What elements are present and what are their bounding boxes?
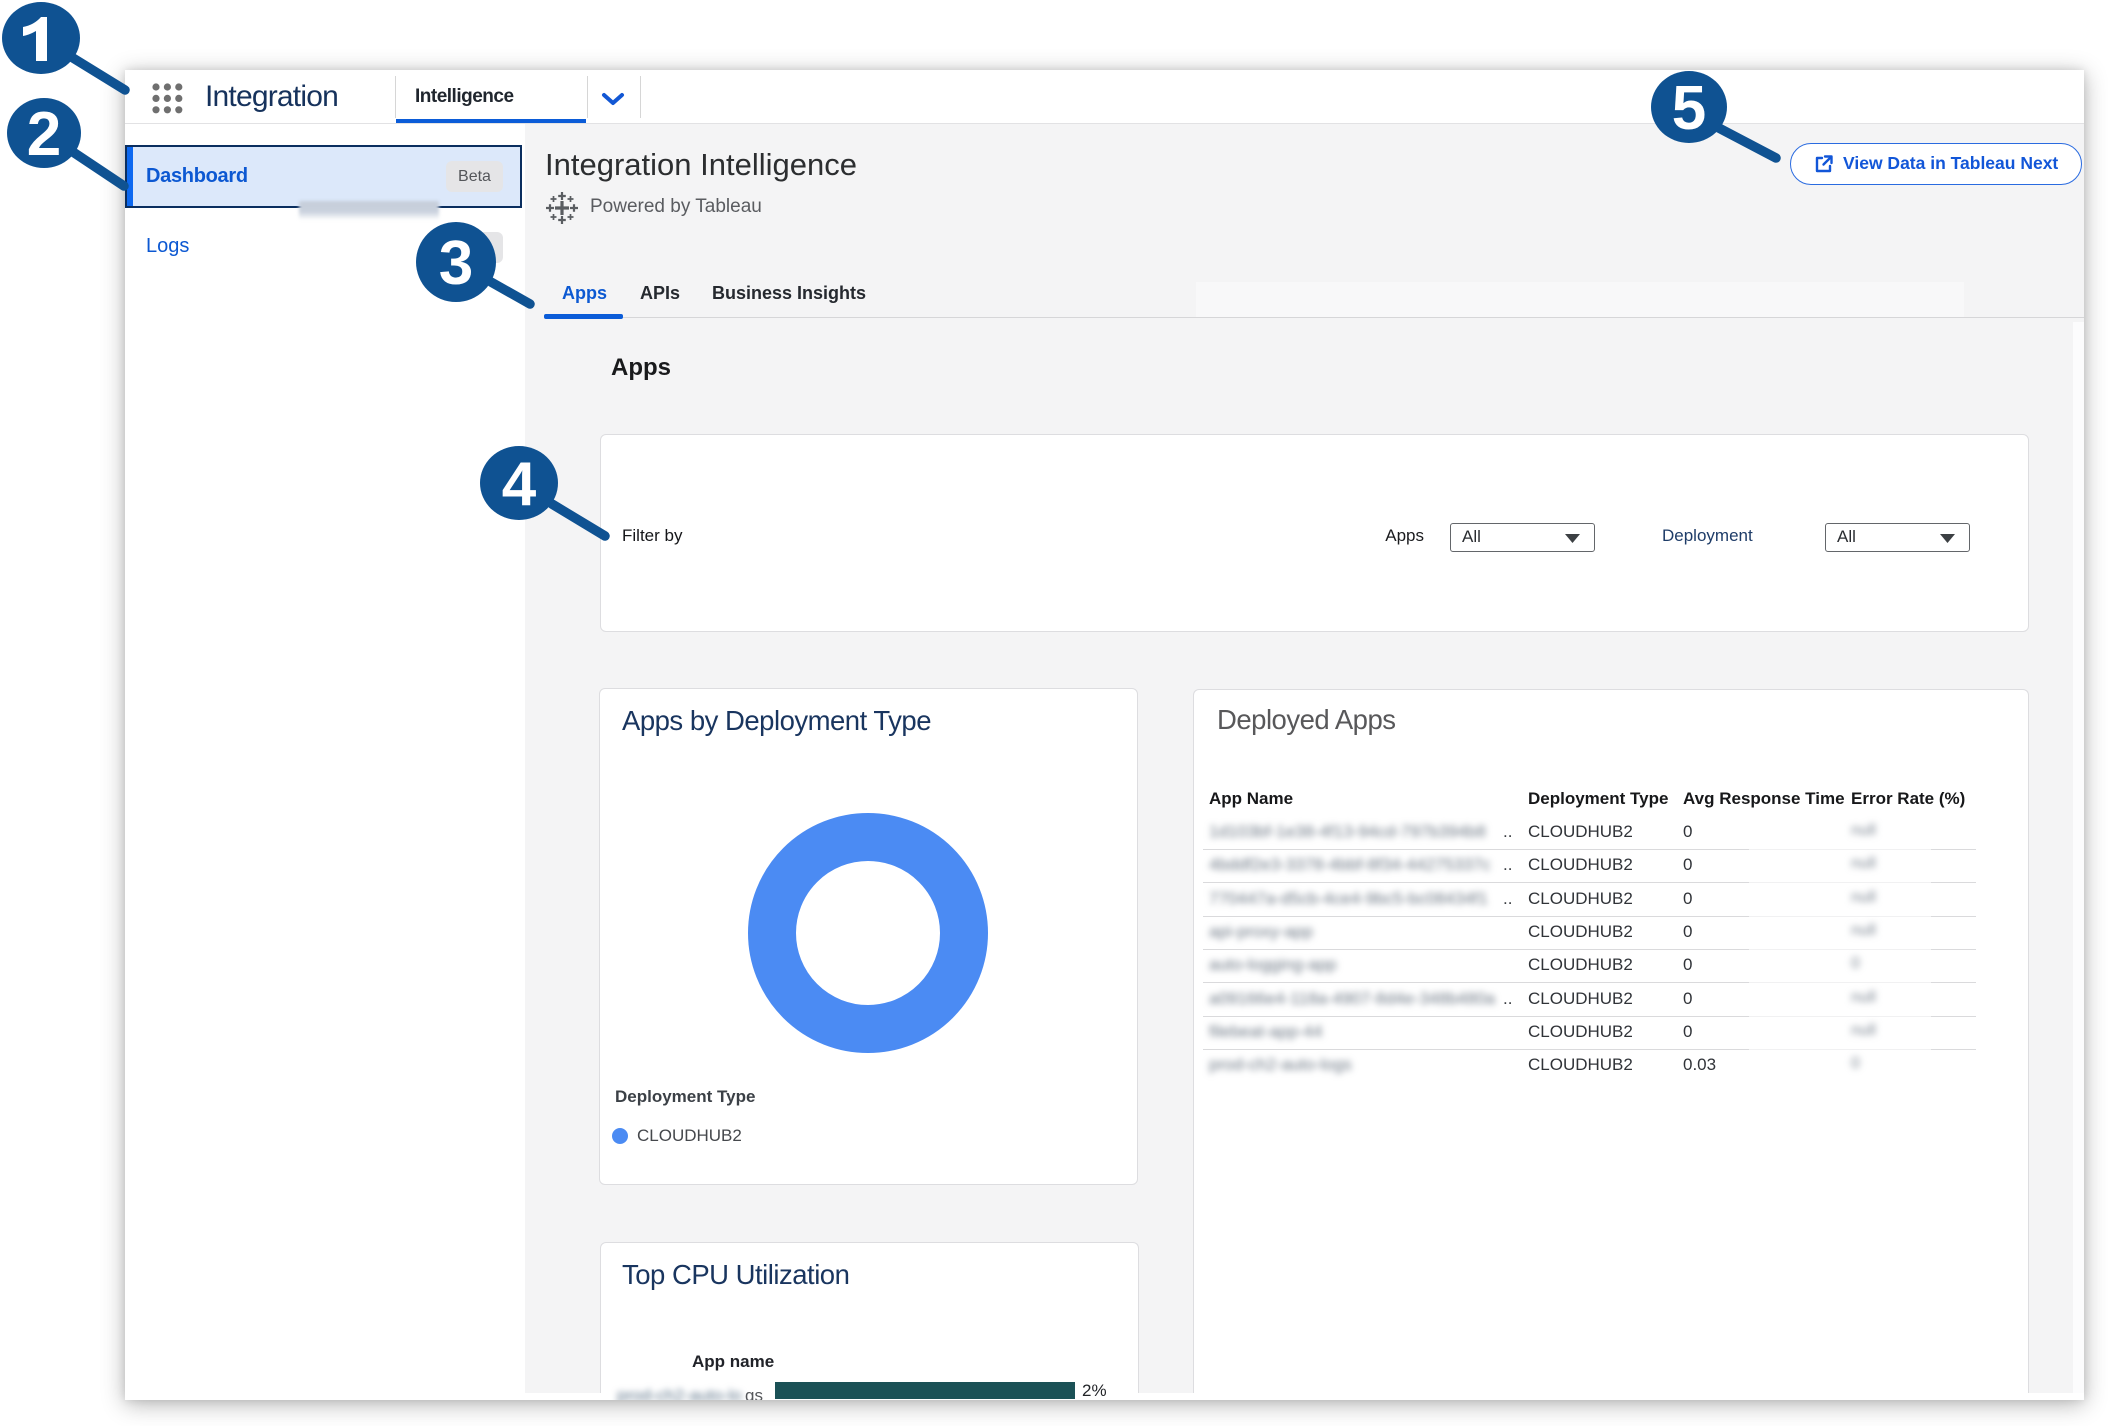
svg-text:4: 4 [502, 450, 537, 519]
svg-text:3: 3 [439, 229, 473, 298]
svg-text:5: 5 [1672, 74, 1706, 143]
svg-text:2: 2 [27, 100, 61, 169]
